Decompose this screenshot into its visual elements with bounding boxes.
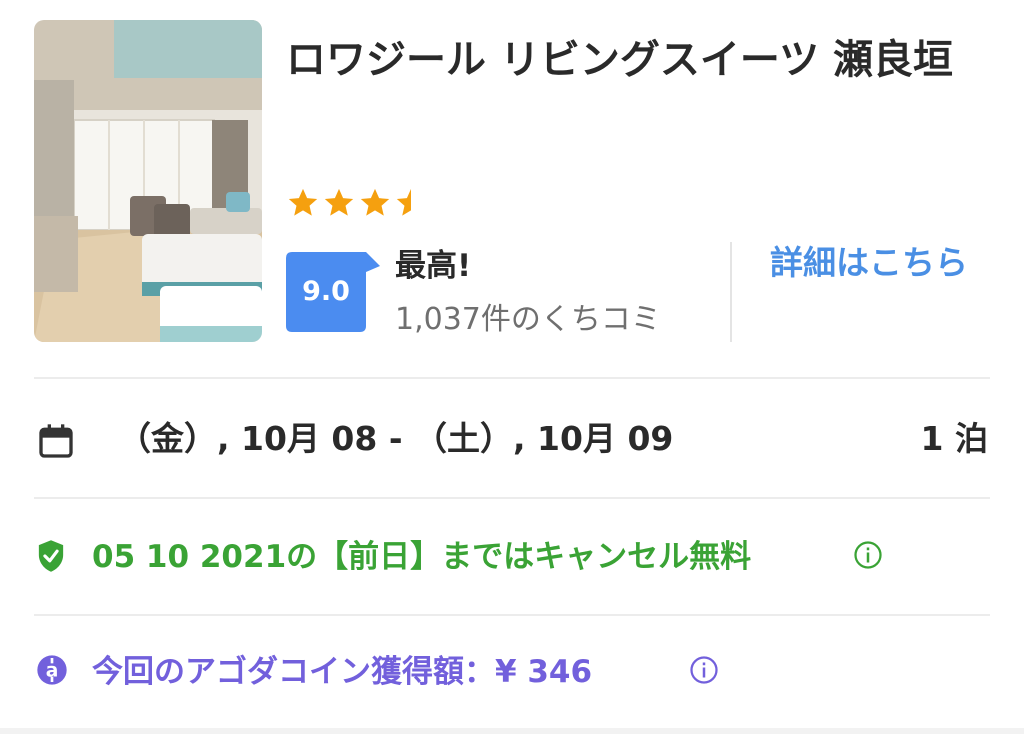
star-icon [288,188,318,216]
free-cancellation-text: 05 10 2021の【前日】まではキャンセル無料 [92,539,752,575]
divider [34,497,990,499]
stay-dates[interactable]: （金）, 10月 08 - （土）, 10月 09 [118,414,673,464]
shield-check-icon [38,540,64,572]
info-icon[interactable] [853,540,883,570]
half-star-icon [396,188,411,216]
review-score-badge: 9.0 [286,252,380,332]
hotel-name: ロワジール リビングスイーツ 瀬良垣 [286,37,954,83]
review-score: 9.0 [302,276,350,307]
agoda-coin-earnings: 今回のアゴダコイン獲得額：¥ 346 [92,654,593,690]
calendar-icon [39,424,73,458]
review-count: 1,037件のくちコミ [395,302,661,337]
hotel-booking-card: ロワジール リビングスイーツ 瀬良垣 9.0 最高! 1,037件のくちコミ 詳… [0,0,1024,734]
hotel-photo[interactable] [34,20,262,342]
star-icon [324,188,354,216]
review-score-label: 最高! [395,248,472,284]
info-icon[interactable] [689,655,719,685]
stay-nights: 1 泊 [920,419,988,458]
agoda-coin-icon: a [37,655,67,685]
star-rating [286,186,428,220]
divider [34,614,990,616]
vertical-divider [730,242,732,342]
bottom-separator [0,728,1024,734]
divider [34,377,990,379]
star-icon [360,188,390,216]
details-link[interactable]: 詳細はこちら [770,240,968,286]
